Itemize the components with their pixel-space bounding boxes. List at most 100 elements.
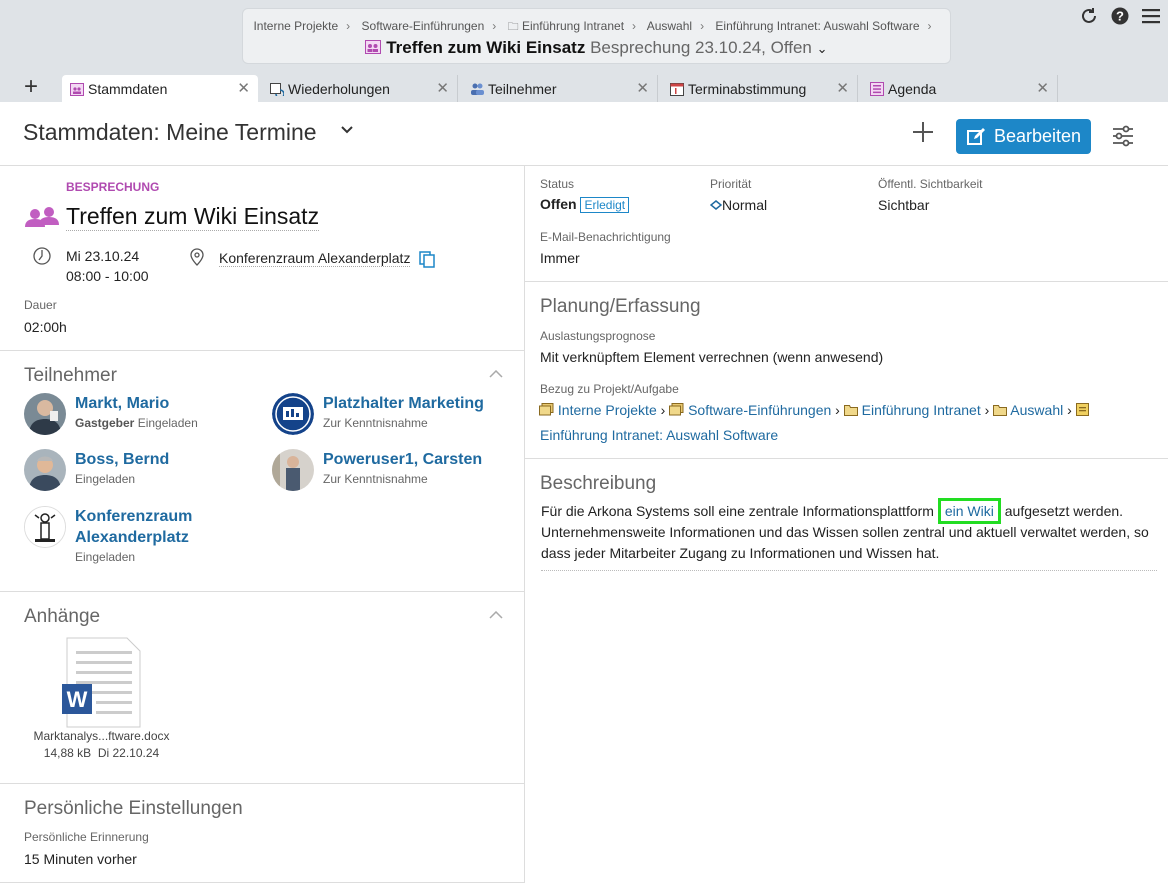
meeting-date: Mi 23.10.24	[66, 248, 140, 264]
section-title: Anhänge	[24, 606, 101, 627]
participant-status: Eingeladen	[137, 416, 198, 430]
record-title[interactable]: Treffen zum Wiki Einsatz Besprechung 23.…	[243, 38, 950, 58]
participant-name[interactable]: Markt, Mario	[75, 393, 198, 414]
participant-item[interactable]: Boss, Bernd Eingeladen	[24, 449, 169, 491]
meeting-time: 08:00 - 10:00	[66, 268, 149, 284]
section-title: Persönliche Einstellungen	[24, 798, 243, 819]
refresh-icon[interactable]	[1079, 6, 1098, 25]
tab-label: Wiederholungen	[288, 80, 390, 97]
collapse-icon[interactable]	[489, 608, 503, 622]
priority-value: Normal	[722, 197, 768, 213]
participant-name[interactable]: Poweruser1, Carsten	[323, 449, 482, 470]
avatar	[24, 506, 66, 548]
breadcrumb-item[interactable]: Interne Projekte	[253, 19, 338, 33]
breadcrumb: Interne Projekte › Software-Einführungen ›…	[253, 19, 932, 33]
description-text: Für die Arkona Systems soll eine zentral…	[541, 498, 1157, 571]
tab-agenda[interactable]: Agenda ✕	[862, 75, 1058, 102]
tab-terminabstimmung[interactable]: Terminabstimmung ✕	[662, 75, 858, 102]
chevron-down-icon[interactable]	[340, 122, 354, 139]
participant-item[interactable]: Konferenzraum Alexanderplatz Eingeladen	[24, 506, 215, 564]
avatar	[24, 393, 66, 435]
meeting-title[interactable]: Treffen zum Wiki Einsatz	[66, 203, 320, 231]
add-tab-button[interactable]: +	[0, 72, 62, 102]
word-document-icon[interactable]: W	[62, 637, 142, 729]
edit-button-label: Bearbeiten	[993, 126, 1082, 146]
record-name: Treffen zum Wiki Einsatz	[386, 38, 586, 57]
add-button[interactable]	[912, 120, 934, 148]
help-icon[interactable]: ?	[1110, 6, 1129, 25]
breadcrumb-item[interactable]: Auswahl	[647, 19, 692, 33]
list-icon	[870, 81, 884, 96]
menu-icon[interactable]	[1141, 6, 1160, 25]
status-section: Status Offen Erledigt Priorität Normal Ö…	[525, 166, 1168, 282]
folder-icon	[993, 405, 1008, 416]
duration-label: Dauer	[24, 298, 57, 312]
relation-link[interactable]: Interne Projekte	[558, 402, 657, 418]
participants-section: Teilnehmer Markt, Mario Gastgeber Eingel…	[0, 351, 525, 592]
left-column: BESPRECHUNG Treffen zum Wiki Einsatz Mi …	[0, 166, 525, 883]
status-label: Status	[540, 177, 575, 191]
svg-text:?: ?	[1116, 8, 1124, 23]
breadcrumb-item[interactable]: Einführung Intranet	[522, 19, 624, 33]
visibility-value: Sichtbar	[878, 197, 930, 213]
forecast-label: Auslastungsprognose	[540, 329, 656, 343]
participant-name[interactable]: Platzhalter Marketing	[323, 393, 484, 414]
relation-link[interactable]: Auswahl	[1010, 402, 1063, 418]
section-title: Beschreibung	[540, 473, 657, 494]
relation-link[interactable]: Einführung Intranet	[862, 402, 981, 418]
copy-icon[interactable]	[419, 251, 435, 268]
reminder-label: Persönliche Erinnerung	[24, 830, 149, 844]
repeat-icon	[270, 82, 284, 96]
chevron-down-icon[interactable]: ⌄	[817, 41, 828, 56]
close-icon[interactable]: ✕	[237, 79, 250, 97]
participant-item[interactable]: Poweruser1, Carsten Zur Kenntnisnahme	[272, 449, 482, 491]
top-bar: Interne Projekte › Software-Einführungen ›…	[0, 0, 1168, 72]
folder-icon	[843, 405, 858, 416]
tab-teilnehmer[interactable]: Teilnehmer ✕	[462, 75, 658, 102]
clock-icon	[33, 247, 51, 265]
collapse-icon[interactable]	[489, 367, 503, 381]
meeting-location[interactable]: Konferenzraum Alexanderplatz	[219, 250, 411, 267]
settings-sliders-icon[interactable]	[1111, 124, 1135, 148]
people-icon	[471, 83, 484, 95]
participant-name[interactable]: Konferenzraum Alexanderplatz	[75, 506, 215, 548]
location-pin-icon	[190, 248, 204, 266]
page-title: Stammdaten: Meine Termine	[23, 119, 317, 145]
status-badge[interactable]: Erledigt	[580, 197, 630, 213]
projects-icon	[669, 403, 684, 416]
breadcrumb-item[interactable]: Software-Einführungen	[362, 19, 485, 33]
meeting-type: BESPRECHUNG	[66, 180, 160, 194]
breadcrumb-item[interactable]: Einführung Intranet: Auswahl Software	[715, 19, 919, 33]
wiki-link[interactable]: ein Wiki	[937, 498, 1001, 524]
close-icon[interactable]: ✕	[1036, 79, 1049, 97]
duration-value: 02:00h	[24, 319, 67, 335]
participant-name[interactable]: Boss, Bernd	[75, 449, 169, 470]
relation-link[interactable]: Einführung Intranet: Auswahl Software	[540, 427, 778, 443]
attachment-size: 14,88 kB	[43, 746, 92, 760]
relation-link[interactable]: Software-Einführungen	[688, 402, 831, 418]
breadcrumb-card: Interne Projekte › Software-Einführungen ›…	[242, 8, 951, 64]
close-icon[interactable]: ✕	[836, 79, 849, 97]
projects-icon	[539, 403, 554, 416]
meeting-overview: BESPRECHUNG Treffen zum Wiki Einsatz Mi …	[0, 166, 525, 351]
attachment-date: Di 22.10.24	[97, 746, 160, 760]
tab-stammdaten[interactable]: Stammdaten ✕	[62, 75, 258, 102]
tab-wiederholungen[interactable]: Wiederholungen ✕	[262, 75, 458, 102]
calendar-check-icon	[670, 82, 684, 96]
calendar-icon	[70, 82, 84, 96]
attachment-name[interactable]: Marktanalys...ftware.docx	[0, 729, 203, 743]
close-icon[interactable]: ✕	[636, 79, 649, 97]
participant-item[interactable]: Markt, Mario Gastgeber Eingeladen	[24, 393, 198, 435]
planning-section: Planung/Erfassung Auslastungsprognose Mi…	[525, 282, 1168, 459]
meeting-people-icon	[25, 207, 59, 227]
edit-button[interactable]: Bearbeiten	[956, 119, 1091, 154]
meeting-icon	[365, 40, 382, 54]
folder-icon: 🗀	[507, 21, 519, 33]
close-icon[interactable]: ✕	[436, 79, 449, 97]
svg-text:W: W	[67, 687, 88, 712]
section-title: Planung/Erfassung	[540, 296, 701, 317]
tab-bar: + Stammdaten ✕ Wiederholungen ✕ Teilnehm…	[0, 72, 1168, 102]
avatar	[272, 449, 314, 491]
participant-item[interactable]: Platzhalter Marketing Zur Kenntnisnahme	[272, 393, 484, 435]
reminder-value: 15 Minuten vorher	[24, 851, 137, 867]
